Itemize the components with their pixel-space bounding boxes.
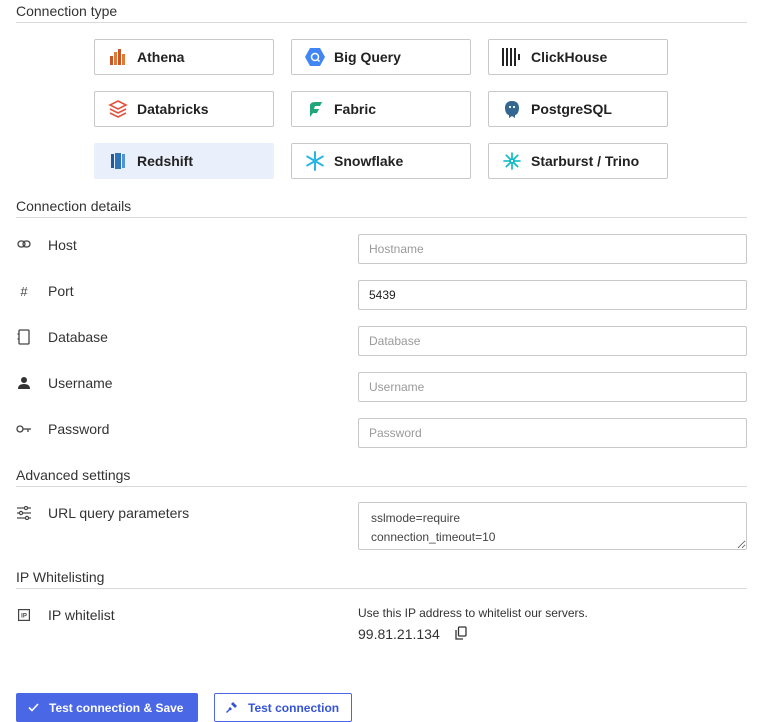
password-input[interactable] (358, 418, 747, 448)
username-label: Username (48, 375, 113, 391)
plug-icon (226, 702, 237, 713)
database-input[interactable] (358, 326, 747, 356)
tile-label: Big Query (334, 49, 401, 65)
section-title-connection-type: Connection type (16, 3, 118, 19)
url-query-parameters-input[interactable] (358, 502, 747, 550)
tile-label: Fabric (334, 101, 377, 117)
ip-whitelist-note: Use this IP address to whitelist our ser… (358, 606, 588, 620)
divider (16, 22, 747, 23)
test-connection-button[interactable]: Test connection (214, 693, 352, 722)
section-title-ip-whitelisting: IP Whitelisting (16, 569, 105, 585)
connection-type-snowflake[interactable]: Snowflake (291, 143, 471, 179)
sliders-icon (16, 505, 32, 521)
url-query-parameters-label: URL query parameters (48, 505, 190, 521)
username-input[interactable] (358, 372, 747, 402)
ip-address: 99.81.21.134 (358, 626, 440, 642)
postgresql-icon (501, 98, 523, 120)
host-input[interactable] (358, 234, 747, 264)
section-title-connection-details: Connection details (16, 198, 132, 214)
connection-type-fabric[interactable]: Fabric (291, 91, 471, 127)
tile-label: PostgreSQL (531, 101, 612, 117)
divider (16, 588, 747, 589)
section-title-advanced-settings: Advanced settings (16, 467, 131, 483)
tile-label: Snowflake (334, 153, 404, 169)
databricks-icon (107, 98, 129, 120)
divider (16, 486, 747, 487)
hash-icon: # (20, 283, 28, 299)
user-icon (16, 375, 32, 391)
tile-label: Athena (137, 49, 185, 65)
port-input[interactable] (358, 280, 747, 310)
connection-type-redshift[interactable]: Redshift (94, 143, 274, 179)
connection-type-postgresql[interactable]: PostgreSQL (488, 91, 668, 127)
host-label: Host (48, 237, 77, 253)
starburst-icon (501, 150, 523, 172)
tile-label: Databricks (137, 101, 209, 117)
check-icon (28, 703, 39, 712)
link-icon (16, 236, 32, 252)
clickhouse-icon (501, 46, 523, 68)
database-icon (16, 329, 32, 345)
athena-icon (107, 46, 129, 68)
connection-type-databricks[interactable]: Databricks (94, 91, 274, 127)
connection-type-starburst[interactable]: Starburst / Trino (488, 143, 668, 179)
key-icon (16, 421, 32, 437)
ip-icon: IP (16, 607, 32, 623)
copy-icon[interactable] (455, 626, 467, 640)
tile-label: ClickHouse (531, 49, 608, 65)
port-label: Port (48, 283, 74, 299)
bigquery-icon (304, 46, 326, 68)
ip-whitelist-label: IP whitelist (48, 607, 115, 623)
svg-text:IP: IP (21, 614, 27, 620)
button-label: Test connection (248, 700, 340, 715)
tile-label: Redshift (137, 153, 193, 169)
fabric-icon (304, 98, 326, 120)
button-label: Test connection & Save (49, 700, 184, 715)
redshift-icon (107, 150, 129, 172)
test-connection-and-save-button[interactable]: Test connection & Save (16, 693, 198, 722)
connection-type-clickhouse[interactable]: ClickHouse (488, 39, 668, 75)
tile-label: Starburst / Trino (531, 153, 640, 169)
divider (16, 217, 747, 218)
password-label: Password (48, 421, 110, 437)
snowflake-icon (304, 150, 326, 172)
connection-type-athena[interactable]: Athena (94, 39, 274, 75)
connection-type-bigquery[interactable]: Big Query (291, 39, 471, 75)
database-label: Database (48, 329, 108, 345)
